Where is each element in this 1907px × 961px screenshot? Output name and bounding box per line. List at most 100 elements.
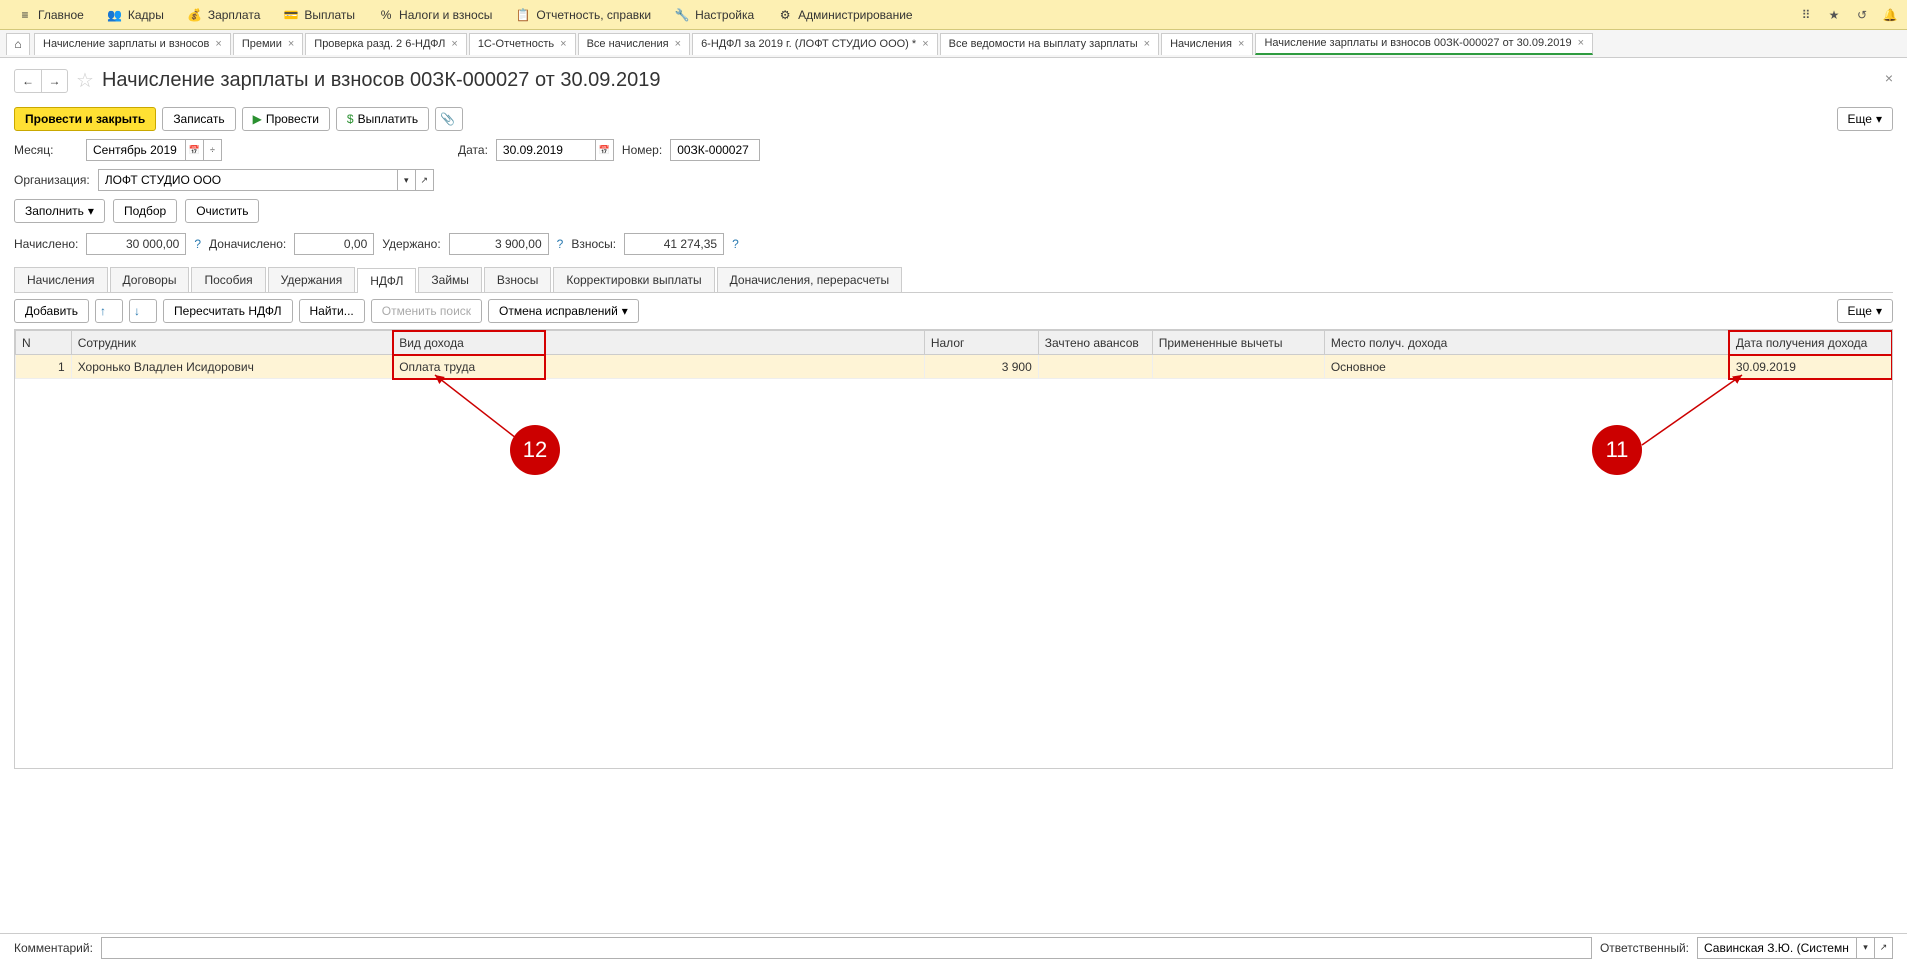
tab-item[interactable]: Проверка разд. 2 6-НДФЛ× xyxy=(305,33,467,55)
help-icon[interactable]: ? xyxy=(732,237,739,251)
inner-tab[interactable]: Договоры xyxy=(110,267,190,292)
menu-label: Выплаты xyxy=(304,8,355,22)
menu-label: Администрирование xyxy=(798,8,912,22)
comment-input[interactable] xyxy=(101,937,1592,959)
post-and-close-button[interactable]: Провести и закрыть xyxy=(14,107,156,131)
spinner-icon[interactable]: ÷ xyxy=(204,139,222,161)
inner-tab[interactable]: Пособия xyxy=(191,267,265,292)
find-button[interactable]: Найти... xyxy=(299,299,365,323)
menu-main[interactable]: ≡ Главное xyxy=(8,4,94,26)
tab-item[interactable]: Премии× xyxy=(233,33,303,55)
post-button[interactable]: ▶ Провести xyxy=(242,107,330,131)
close-icon[interactable]: × xyxy=(1144,38,1150,50)
favorite-star-icon[interactable]: ☆ xyxy=(76,68,94,93)
tab-item[interactable]: 6-НДФЛ за 2019 г. (ЛОФТ СТУДИО ООО) *× xyxy=(692,33,938,55)
more-button[interactable]: Еще ▾ xyxy=(1837,107,1893,131)
inner-tab[interactable]: Корректировки выплаты xyxy=(553,267,714,292)
more-button-2[interactable]: Еще ▾ xyxy=(1837,299,1893,323)
calendar-icon[interactable]: 📅 xyxy=(596,139,614,161)
move-up-button[interactable]: ↑ xyxy=(95,299,123,323)
menu-label: Главное xyxy=(38,8,84,22)
resp-label: Ответственный: xyxy=(1600,941,1689,955)
tab-item[interactable]: Начисления× xyxy=(1161,33,1253,55)
pick-button[interactable]: Подбор xyxy=(113,199,177,223)
date-input[interactable] xyxy=(496,139,596,161)
inner-tab[interactable]: Начисления xyxy=(14,267,108,292)
page-close-icon[interactable]: × xyxy=(1885,70,1893,86)
cell-deductions[interactable] xyxy=(1152,355,1324,379)
dropdown-icon[interactable]: ▾ xyxy=(1857,937,1875,959)
menu-zarplata[interactable]: 💰 Зарплата xyxy=(178,4,271,26)
th-tax[interactable]: Налог xyxy=(924,331,1038,355)
bell-icon[interactable]: 🔔 xyxy=(1881,6,1899,24)
star-icon[interactable]: ★ xyxy=(1825,6,1843,24)
menu-nastroyka[interactable]: 🔧 Настройка xyxy=(665,4,764,26)
summary-row: Начислено: 30 000,00 ? Доначислено: 0,00… xyxy=(0,227,1907,261)
close-icon[interactable]: × xyxy=(1578,37,1584,49)
menu-label: Кадры xyxy=(128,8,164,22)
th-employee[interactable]: Сотрудник xyxy=(71,331,393,355)
home-tab[interactable]: ⌂ xyxy=(6,33,30,55)
cell-blank[interactable] xyxy=(545,355,925,379)
menu-otchet[interactable]: 📋 Отчетность, справки xyxy=(506,4,661,26)
menu-kadry[interactable]: 👥 Кадры xyxy=(98,4,174,26)
inner-tab-ndfl[interactable]: НДФЛ xyxy=(357,268,416,293)
close-icon[interactable]: × xyxy=(288,38,294,50)
help-icon[interactable]: ? xyxy=(557,237,564,251)
nav-forward[interactable]: → xyxy=(41,70,67,92)
cell-advance[interactable] xyxy=(1038,355,1152,379)
open-icon[interactable]: ↗ xyxy=(416,169,434,191)
fill-button[interactable]: Заполнить ▾ xyxy=(14,199,105,223)
close-icon[interactable]: × xyxy=(1238,38,1244,50)
recalc-ndfl-button[interactable]: Пересчитать НДФЛ xyxy=(163,299,292,323)
top-menu-right: ⠿ ★ ↺ 🔔 xyxy=(1797,6,1899,24)
apps-icon[interactable]: ⠿ xyxy=(1797,6,1815,24)
attach-button[interactable]: 📎 xyxy=(435,107,463,131)
th-income-type[interactable]: Вид дохода xyxy=(393,331,545,355)
cell-income-date[interactable]: 30.09.2019 xyxy=(1729,355,1891,379)
tab-item[interactable]: Все начисления× xyxy=(578,33,691,55)
clear-button[interactable]: Очистить xyxy=(185,199,259,223)
responsible-input[interactable] xyxy=(1697,937,1857,959)
th-n[interactable]: N xyxy=(16,331,72,355)
history-icon[interactable]: ↺ xyxy=(1853,6,1871,24)
menu-vyplaty[interactable]: 💳 Выплаты xyxy=(274,4,365,26)
inner-tab[interactable]: Доначисления, перерасчеты xyxy=(717,267,902,292)
month-input[interactable] xyxy=(86,139,186,161)
close-icon[interactable]: × xyxy=(215,38,221,50)
add-button[interactable]: Добавить xyxy=(14,299,89,323)
tab-item[interactable]: Все ведомости на выплату зарплаты× xyxy=(940,33,1159,55)
inner-tab[interactable]: Удержания xyxy=(268,267,356,292)
menu-nalogi[interactable]: % Налоги и взносы xyxy=(369,4,502,26)
close-icon[interactable]: × xyxy=(922,38,928,50)
tab-item[interactable]: Начисление зарплаты и взносов× xyxy=(34,33,231,55)
org-input[interactable] xyxy=(98,169,398,191)
inner-tab[interactable]: Займы xyxy=(418,267,482,292)
help-icon[interactable]: ? xyxy=(194,237,201,251)
th-advance[interactable]: Зачтено авансов xyxy=(1038,331,1152,355)
open-icon[interactable]: ↗ xyxy=(1875,937,1893,959)
close-icon[interactable]: × xyxy=(675,38,681,50)
pay-button[interactable]: $ Выплатить xyxy=(336,107,429,131)
cancel-fix-button[interactable]: Отмена исправлений ▾ xyxy=(488,299,639,323)
close-icon[interactable]: × xyxy=(560,38,566,50)
number-input[interactable] xyxy=(670,139,760,161)
nav-back[interactable]: ← xyxy=(15,70,41,92)
inner-tab[interactable]: Взносы xyxy=(484,267,551,292)
cell-n[interactable]: 1 xyxy=(16,355,72,379)
calendar-icon[interactable]: 📅 xyxy=(186,139,204,161)
cell-tax[interactable]: 3 900 xyxy=(924,355,1038,379)
dropdown-icon[interactable]: ▾ xyxy=(398,169,416,191)
save-button[interactable]: Записать xyxy=(162,107,235,131)
close-icon[interactable]: × xyxy=(451,38,457,50)
tab-item-active[interactable]: Начисление зарплаты и взносов 00ЗК-00002… xyxy=(1255,33,1593,55)
th-deductions[interactable]: Примененные вычеты xyxy=(1152,331,1324,355)
table-row[interactable]: 1 Хоронько Владлен Исидорович Оплата тру… xyxy=(16,355,1892,379)
th-blank[interactable] xyxy=(545,331,925,355)
cell-employee[interactable]: Хоронько Владлен Исидорович xyxy=(71,355,393,379)
th-place[interactable]: Место получ. дохода xyxy=(1324,331,1729,355)
menu-admin[interactable]: ⚙ Администрирование xyxy=(768,4,922,26)
th-income-date[interactable]: Дата получения дохода xyxy=(1729,331,1891,355)
tab-item[interactable]: 1С-Отчетность× xyxy=(469,33,576,55)
move-down-button[interactable]: ↓ xyxy=(129,299,157,323)
